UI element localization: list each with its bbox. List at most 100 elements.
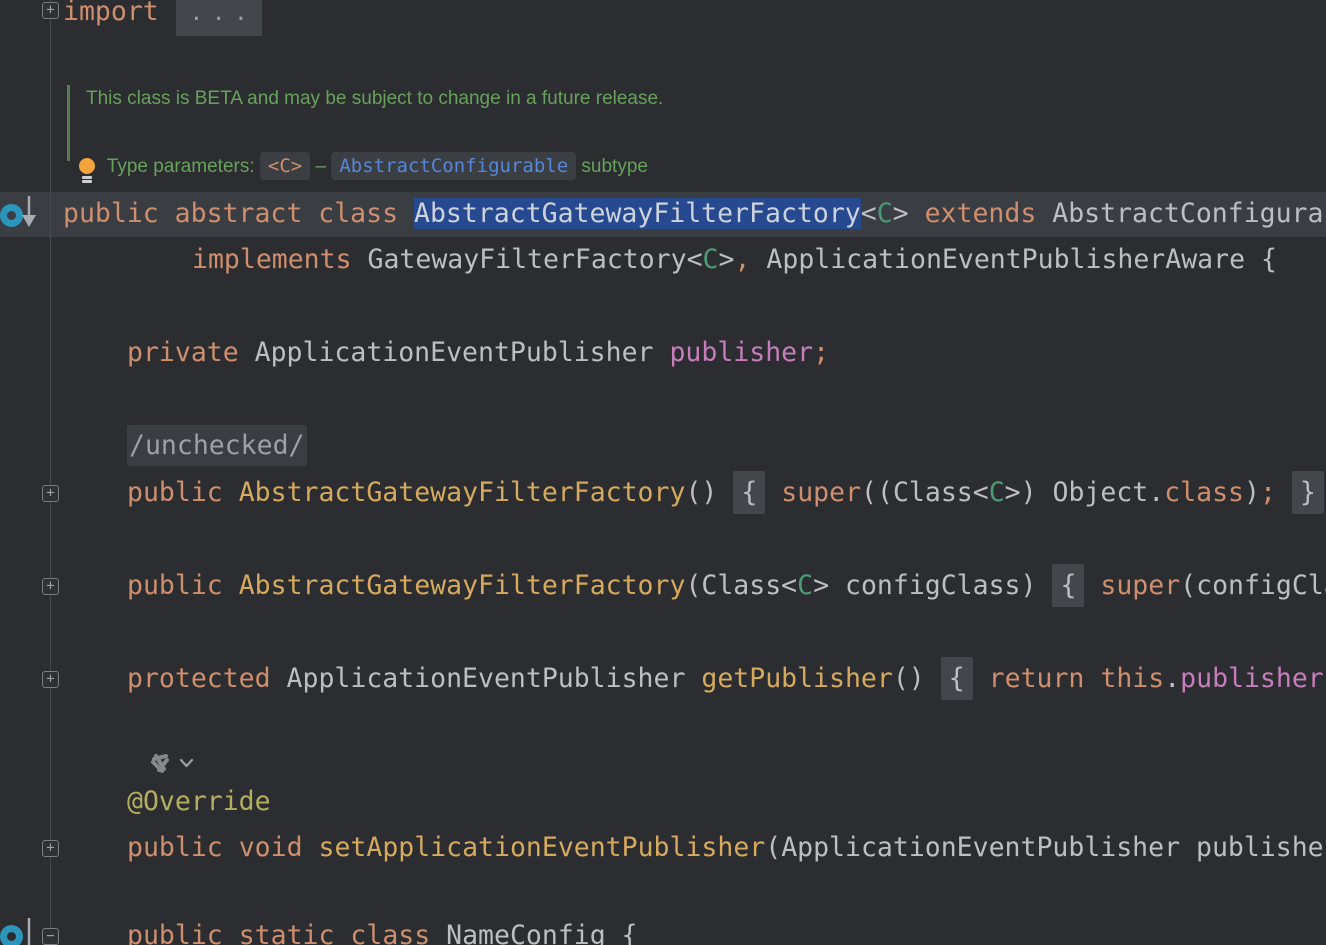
code-token: ApplicationEventPublisher — [270, 663, 702, 694]
code-line: public AbstractGatewayFilterFactory(Clas… — [127, 563, 1326, 609]
doc-type-parameters-line: Type parameters: <C> – AbstractConfigura… — [86, 133, 648, 200]
code-token: NameConfig { — [430, 920, 638, 945]
fold-marker[interactable]: − — [42, 928, 59, 945]
code-token: < — [860, 198, 877, 229]
code-token: public abstract class — [63, 198, 414, 229]
selected-class-name: AbstractGatewayFilterFactory — [414, 198, 861, 229]
bulb-base — [82, 176, 92, 179]
fold-marker[interactable]: + — [42, 671, 59, 688]
code-token: ApplicationEventPublisher — [238, 337, 670, 368]
code-vision-widget[interactable] — [147, 748, 194, 778]
code-token: AbstractGatewayFilterFactory — [238, 570, 686, 601]
code-token: publisher — [1180, 663, 1324, 694]
code-token: C — [876, 198, 893, 229]
code-token: protected — [127, 663, 271, 694]
code-line: public static class NameConfig { — [127, 913, 638, 945]
code-vision-settings-icon — [151, 754, 169, 773]
code-token: @Override — [127, 786, 271, 817]
code-token: >) Object. — [1004, 477, 1165, 508]
code-token: ApplicationEventPublisherAware { — [750, 244, 1277, 275]
code-token: private — [127, 337, 239, 368]
chevron-down-icon — [179, 758, 194, 768]
code-token: super — [781, 477, 862, 508]
doc-comment-bar — [67, 85, 70, 161]
code-token: return — [988, 663, 1085, 694]
code-token: this — [1100, 663, 1165, 694]
code-token: public — [127, 477, 223, 508]
code-token: () — [892, 663, 925, 694]
overridden-down-arrow-icon[interactable] — [20, 916, 40, 945]
code-token: publisher — [669, 337, 814, 368]
folded-body-brace[interactable]: { — [1052, 564, 1085, 607]
code-token: import — [63, 0, 159, 27]
doc-comment-text: This class is BETA and may be subject to… — [86, 88, 664, 109]
code-token: class — [1164, 477, 1244, 508]
folded-imports-chip[interactable]: ... — [175, 0, 263, 36]
editor-pane: + + + + + − This class is BETA and may be sub… — [0, 0, 1326, 945]
code-line: @Override — [127, 779, 271, 825]
code-token: void — [238, 832, 303, 863]
fold-marker[interactable]: + — [42, 485, 59, 502]
bulb-base — [82, 180, 92, 183]
doc-class-link[interactable]: AbstractConfigurable — [331, 152, 577, 180]
code-token: (Class< — [685, 570, 798, 601]
fold-marker[interactable]: + — [42, 578, 59, 595]
code-token: GatewayFilterFactory< — [351, 244, 703, 275]
code-token: C — [702, 244, 719, 275]
code-token: ((Class< — [861, 477, 989, 508]
code-line: protected ApplicationEventPublisher getP… — [127, 656, 1326, 702]
code-line: private ApplicationEventPublisher publis… — [127, 330, 829, 376]
code-token: (configCla — [1180, 570, 1326, 601]
code-token: > — [718, 244, 735, 275]
code-token: public — [127, 920, 223, 945]
code-token: class — [350, 920, 431, 945]
doc-type-parameters-label: Type parameters: — [106, 156, 260, 177]
overridden-down-arrow-icon[interactable] — [20, 194, 40, 230]
code-line: implements GatewayFilterFactory<C>, Appl… — [192, 237, 1277, 283]
folded-body-brace[interactable]: } — [1291, 471, 1324, 514]
code-token: ; — [1259, 477, 1276, 508]
folded-body-brace[interactable]: { — [940, 657, 973, 700]
fold-marker[interactable]: + — [42, 840, 59, 857]
code-token: ) — [1243, 477, 1260, 508]
code-token: static — [238, 920, 335, 945]
code-token: ; — [813, 337, 830, 368]
code-token: public — [127, 832, 223, 863]
code-line: import... — [63, 0, 263, 36]
code-token: implements — [192, 244, 352, 275]
code-token: extends — [924, 198, 1037, 229]
code-line: public void setApplicationEventPublisher… — [127, 825, 1324, 871]
folded-annotation-chip[interactable]: /unchecked/ — [127, 425, 307, 466]
doc-dash: – — [310, 156, 332, 177]
code-token: setApplicationEventPublisher — [318, 832, 766, 863]
code-line: /unchecked/ — [127, 423, 307, 469]
folded-body-brace[interactable]: { — [733, 471, 766, 514]
code-token: . — [1164, 663, 1181, 694]
code-token: super — [1100, 570, 1181, 601]
code-line: public abstract class AbstractGatewayFil… — [63, 191, 1323, 237]
code-token: C — [797, 570, 814, 601]
doc-type-param-chip: <C> — [259, 152, 311, 180]
code-line: public AbstractGatewayFilterFactory() { … — [127, 470, 1324, 516]
doc-subtype-label: subtype — [576, 156, 648, 177]
code-token: > — [892, 198, 925, 229]
code-token: , — [734, 244, 751, 275]
bulb-glass — [79, 158, 95, 174]
intention-bulb-icon[interactable] — [78, 158, 96, 184]
fold-marker[interactable]: + — [42, 2, 59, 19]
gutter-fold-line — [50, 0, 51, 945]
code-token: getPublisher — [701, 663, 893, 694]
